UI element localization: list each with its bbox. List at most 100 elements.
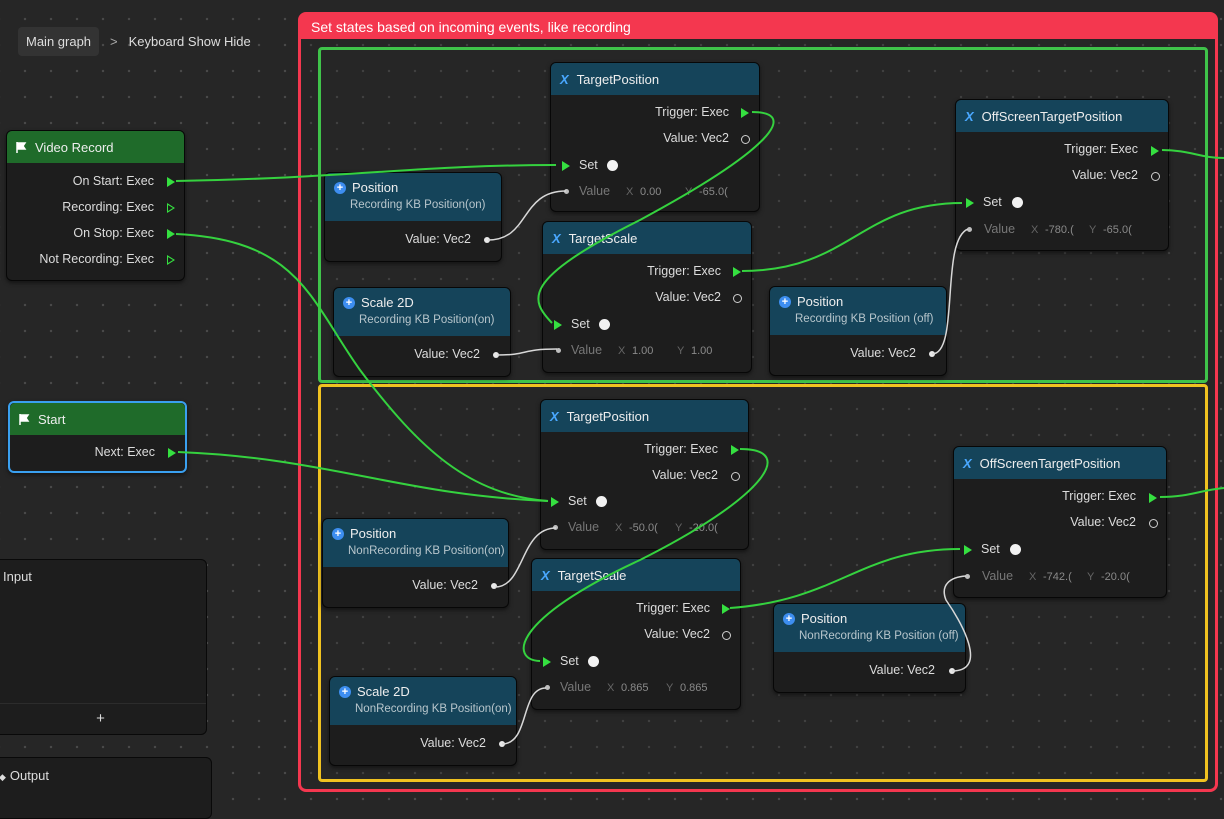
value-pin-out[interactable]: [493, 352, 499, 358]
value-pin-in[interactable]: [553, 525, 558, 530]
exec-pin-not-recording[interactable]: [167, 255, 175, 265]
value-pin-out[interactable]: [731, 472, 740, 481]
node-header[interactable]: + Scale 2D Recording KB Position(on): [334, 288, 510, 336]
variable-x-icon: X: [550, 408, 559, 424]
set-pin[interactable]: [607, 160, 618, 171]
node-offscreen-target-position[interactable]: X OffScreenTargetPosition Trigger: Exec …: [955, 99, 1169, 251]
breadcrumb-current: Keyboard Show Hide: [128, 34, 251, 49]
group-title[interactable]: Set states based on incoming events, lik…: [301, 15, 1215, 39]
breadcrumb-main-graph[interactable]: Main graph: [18, 27, 100, 56]
value-label: Value: Vec2: [420, 736, 486, 750]
node-start[interactable]: Start Next: Exec: [8, 401, 187, 473]
node-header[interactable]: + Position Recording KB Position (off): [770, 287, 946, 335]
set-pin[interactable]: [596, 496, 607, 507]
input-panel[interactable]: Input +: [0, 559, 207, 735]
exec-pin-on-start[interactable]: [167, 177, 175, 187]
node-target-scale[interactable]: X TargetScale Trigger: Exec Value: Vec2 …: [542, 221, 752, 373]
y-value-field[interactable]: -20.0(: [689, 522, 723, 534]
node-header[interactable]: X OffScreenTargetPosition: [956, 100, 1168, 132]
node-scale-2d-recording[interactable]: + Scale 2D Recording KB Position(on) Valu…: [333, 287, 511, 377]
value-pin-in[interactable]: [965, 574, 970, 579]
value-pin-out[interactable]: [484, 237, 490, 243]
value-pin-out[interactable]: [741, 135, 750, 144]
exec-pin-trigger[interactable]: [1149, 493, 1157, 503]
node-target-scale-nonrecording[interactable]: X TargetScale Trigger: Exec Value: Vec2 …: [531, 558, 741, 710]
node-offscreen-target-position-nonrecording[interactable]: X OffScreenTargetPosition Trigger: Exec …: [953, 446, 1167, 598]
value-pin-in[interactable]: [967, 227, 972, 232]
node-target-position-nonrecording[interactable]: X TargetPosition Trigger: Exec Value: Ve…: [540, 399, 749, 550]
exec-pin-recording[interactable]: [167, 203, 175, 213]
y-value-field[interactable]: -20.0(: [1101, 571, 1135, 583]
y-axis-label: Y: [1089, 224, 1097, 236]
x-value-field[interactable]: -742.(: [1043, 571, 1077, 583]
exec-pin-trigger[interactable]: [1151, 146, 1159, 156]
set-pin[interactable]: [1012, 197, 1023, 208]
value-pin-out[interactable]: [499, 741, 505, 747]
node-title: TargetPosition: [566, 408, 650, 424]
y-value-field[interactable]: 1.00: [691, 345, 725, 357]
node-position-recording-on[interactable]: + Position Recording KB Position(on) Valu…: [324, 172, 502, 262]
exec-pin-trigger[interactable]: [733, 267, 741, 277]
node-header[interactable]: Start: [10, 403, 185, 435]
node-header[interactable]: + Position Recording KB Position(on): [325, 173, 501, 221]
node-header[interactable]: X TargetPosition: [541, 400, 748, 432]
set-pin[interactable]: [599, 319, 610, 330]
exec-pin-set[interactable]: [964, 545, 972, 555]
output-panel[interactable]: ◆ Output: [0, 757, 212, 819]
node-header[interactable]: Video Record: [7, 131, 184, 163]
exec-pin-set[interactable]: [966, 198, 974, 208]
node-title: TargetPosition: [576, 71, 660, 87]
exec-pin-set[interactable]: [562, 161, 570, 171]
set-label: Set: [568, 494, 587, 508]
set-label: Set: [571, 317, 590, 331]
node-header[interactable]: X TargetPosition: [551, 63, 759, 95]
value-pin-in[interactable]: [545, 685, 550, 690]
x-value-field[interactable]: -780.(: [1045, 224, 1079, 236]
set-pin[interactable]: [1010, 544, 1021, 555]
node-header[interactable]: + Position NonRecording KB Position (off): [774, 604, 965, 652]
y-value-field[interactable]: -65.0(: [699, 186, 733, 198]
exec-pin-trigger[interactable]: [731, 445, 739, 455]
exec-pin-set[interactable]: [554, 320, 562, 330]
exec-pin-set[interactable]: [551, 497, 559, 507]
node-position-nonrecording-off[interactable]: + Position NonRecording KB Position (off)…: [773, 603, 966, 693]
node-header[interactable]: X OffScreenTargetPosition: [954, 447, 1166, 479]
value-pin-out[interactable]: [929, 351, 935, 357]
node-video-record[interactable]: Video Record On Start: Exec Recording: E…: [6, 130, 185, 281]
value-pin-out[interactable]: [1151, 172, 1160, 181]
exec-pin-on-stop[interactable]: [167, 229, 175, 239]
value-pin-out[interactable]: [733, 294, 742, 303]
node-position-nonrecording-on[interactable]: + Position NonRecording KB Position(on) V…: [322, 518, 509, 608]
value-pin-in[interactable]: [556, 348, 561, 353]
variable-x-icon: X: [963, 455, 972, 471]
value-label: Value: Vec2: [1072, 168, 1138, 182]
y-value-field[interactable]: 0.865: [680, 682, 714, 694]
node-header[interactable]: X TargetScale: [543, 222, 751, 254]
value-pin-out[interactable]: [949, 668, 955, 674]
exec-pin-trigger[interactable]: [741, 108, 749, 118]
value-pin-in[interactable]: [564, 189, 569, 194]
exec-pin-next[interactable]: [168, 448, 176, 458]
value-pin-out[interactable]: [722, 631, 731, 640]
node-target-position[interactable]: X TargetPosition Trigger: Exec Value: Ve…: [550, 62, 760, 212]
y-value-field[interactable]: -65.0(: [1103, 224, 1137, 236]
x-value-field[interactable]: 0.00: [640, 186, 680, 198]
set-pin[interactable]: [588, 656, 599, 667]
node-header[interactable]: + Scale 2D NonRecording KB Position(on): [330, 677, 516, 725]
value-pin-out[interactable]: [1149, 519, 1158, 528]
output-panel-label: Output: [9, 768, 49, 783]
x-value-field[interactable]: 0.865: [621, 682, 661, 694]
x-value-field[interactable]: 1.00: [632, 345, 672, 357]
add-input-button[interactable]: +: [0, 703, 206, 734]
value-pin-out[interactable]: [491, 583, 497, 589]
node-position-recording-off[interactable]: + Position Recording KB Position (off) Va…: [769, 286, 947, 376]
node-header[interactable]: + Position NonRecording KB Position(on): [323, 519, 508, 567]
exec-pin-trigger[interactable]: [722, 604, 730, 614]
node-header[interactable]: X TargetScale: [532, 559, 740, 591]
value-label: Value: Vec2: [405, 232, 471, 246]
exec-pin-set[interactable]: [543, 657, 551, 667]
trigger-label: Trigger: Exec: [636, 601, 710, 615]
node-scale-2d-nonrecording[interactable]: + Scale 2D NonRecording KB Position(on) V…: [329, 676, 517, 766]
flag-icon: [16, 141, 27, 153]
x-value-field[interactable]: -50.0(: [629, 522, 667, 534]
